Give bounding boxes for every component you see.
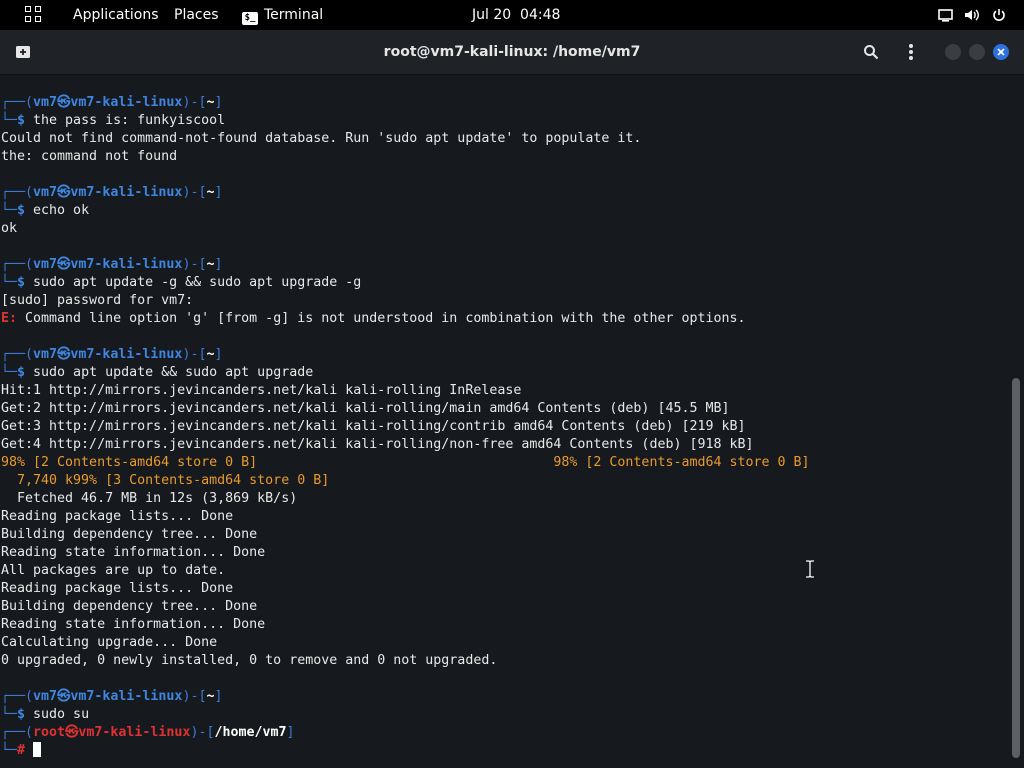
output-line: Get:2 http://mirrors.jevincanders.net/ka…	[1, 401, 730, 416]
minimize-button[interactable]	[945, 44, 961, 60]
error-line: E: Command line option 'g' [from -g] is …	[1, 311, 746, 326]
root-prompt-line: ┌──(root㉿vm7-kali-linux)-[/home/vm7]	[1, 725, 295, 740]
command-line: └─$ sudo apt update && sudo apt upgrade	[1, 365, 314, 380]
prompt-line: ┌──(vm7㉿vm7-kali-linux)-[~]	[1, 689, 223, 704]
applications-menu[interactable]: Applications	[73, 0, 159, 30]
output-line: Get:3 http://mirrors.jevincanders.net/ka…	[1, 419, 746, 434]
output-line: the: command not found	[1, 149, 178, 164]
terminal-app-menu[interactable]: $_ Terminal	[242, 0, 323, 30]
command-line: └─$ echo ok	[1, 203, 90, 218]
terminal-app-label: Terminal	[264, 7, 324, 23]
output-line: All packages are up to date.	[1, 563, 226, 578]
progress-line: 98% [2 Contents-amd64 store 0 B] 98% [2 …	[1, 455, 810, 470]
output-line: Building dependency tree... Done	[1, 527, 258, 542]
search-icon[interactable]	[861, 42, 881, 62]
output-line: Building dependency tree... Done	[1, 599, 258, 614]
maximize-button[interactable]	[969, 44, 985, 60]
output-line: Reading package lists... Done	[1, 581, 234, 596]
terminal-icon: $_	[242, 12, 258, 25]
screen-icon[interactable]	[935, 0, 955, 30]
terminal-scrollbar[interactable]	[1012, 378, 1020, 758]
terminal-titlebar: root@vm7-kali-linux: /home/vm7	[0, 30, 1024, 75]
close-button[interactable]	[993, 44, 1009, 60]
command-line: └─$ the pass is: funkyiscool	[1, 113, 226, 128]
command-line: └─$ sudo apt update -g && sudo apt upgra…	[1, 275, 362, 290]
progress-line: 7,740 k99% [3 Contents-amd64 store 0 B]	[1, 473, 330, 488]
output-line: Get:4 http://mirrors.jevincanders.net/ka…	[1, 437, 754, 452]
top-panel: Applications Places $_ Terminal Jul 20 04…	[0, 0, 1024, 30]
prompt-line: ┌──(vm7㉿vm7-kali-linux)-[~]	[1, 95, 223, 110]
output-line: Calculating upgrade... Done	[1, 635, 218, 650]
prompt-line: ┌──(vm7㉿vm7-kali-linux)-[~]	[1, 185, 223, 200]
output-line: Reading package lists... Done	[1, 509, 234, 524]
prompt-line: ┌──(vm7㉿vm7-kali-linux)-[~]	[1, 347, 223, 362]
output-line: Hit:1 http://mirrors.jevincanders.net/ka…	[1, 383, 522, 398]
power-icon[interactable]	[989, 0, 1009, 30]
terminal-output[interactable]: ┌──(vm7㉿vm7-kali-linux)-[~] └─$ the pass…	[0, 75, 1010, 768]
output-line: Reading state information... Done	[1, 545, 266, 560]
menu-kebab-icon[interactable]	[901, 42, 921, 62]
output-line: ok	[1, 221, 18, 236]
command-line: └─$ sudo su	[1, 707, 90, 722]
ibeam-cursor-icon	[806, 560, 814, 578]
volume-icon[interactable]	[962, 0, 982, 30]
text-cursor	[33, 742, 42, 757]
app-grid-icon[interactable]	[25, 6, 42, 23]
clock[interactable]: Jul 20 04:48	[472, 0, 560, 30]
output-line: Could not find command-not-found databas…	[1, 131, 642, 146]
output-line: [sudo] password for vm7:	[1, 293, 194, 308]
prompt-line: ┌──(vm7㉿vm7-kali-linux)-[~]	[1, 257, 223, 272]
output-line: 0 upgraded, 0 newly installed, 0 to remo…	[1, 653, 498, 668]
output-line: Fetched 46.7 MB in 12s (3,869 kB/s)	[1, 491, 298, 506]
output-line: Reading state information... Done	[1, 617, 266, 632]
close-icon	[997, 48, 1005, 56]
active-input-line[interactable]: └─#	[1, 742, 810, 760]
places-menu[interactable]: Places	[174, 0, 219, 30]
